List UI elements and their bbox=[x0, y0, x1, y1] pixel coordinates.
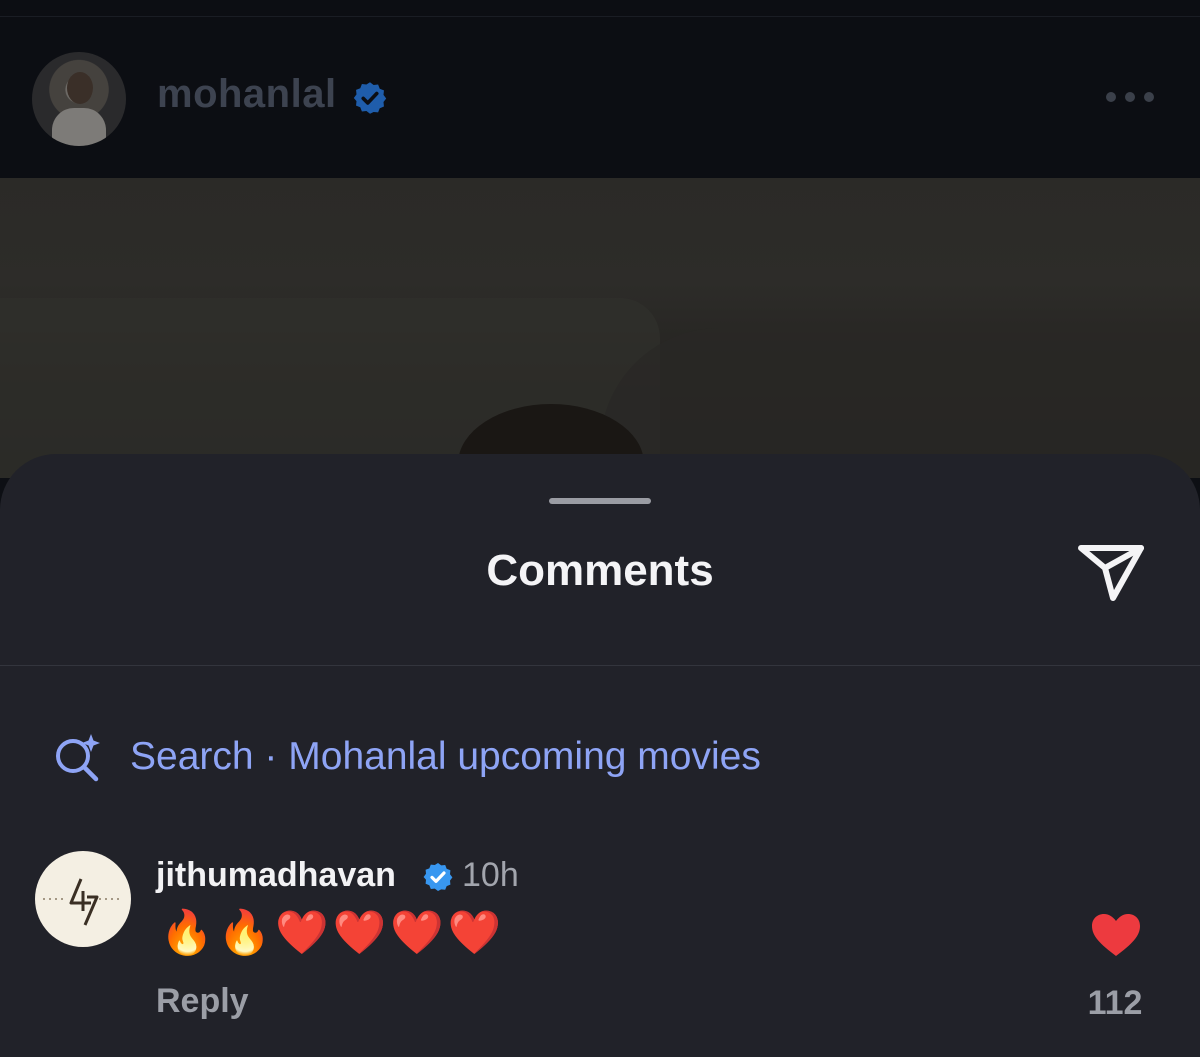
verified-badge-icon bbox=[423, 863, 453, 891]
comment-text: 🔥🔥❤️❤️❤️❤️ bbox=[160, 908, 506, 958]
comments-title: Comments bbox=[486, 546, 714, 595]
post-image[interactable] bbox=[0, 178, 1200, 478]
ai-search-icon bbox=[56, 734, 100, 782]
comment-timestamp: 10h bbox=[462, 856, 519, 894]
divider bbox=[0, 665, 1200, 666]
post-author-username[interactable]: mohanlal bbox=[157, 72, 337, 117]
more-dot bbox=[1125, 92, 1135, 102]
search-label: Search bbox=[130, 735, 254, 778]
avatar-figure-head bbox=[67, 72, 93, 104]
search-separator: · bbox=[264, 735, 278, 778]
search-suggestion-text: Search · Mohanlal upcoming movies bbox=[130, 735, 761, 779]
divider bbox=[0, 16, 1200, 17]
commenter-username[interactable]: jithumadhavan bbox=[156, 856, 396, 895]
comments-sheet: Comments Search · Mohanlal upcoming movi… bbox=[0, 454, 1200, 1057]
send-icon[interactable] bbox=[1075, 540, 1147, 604]
commenter-avatar[interactable] bbox=[35, 851, 131, 947]
like-count: 112 bbox=[1087, 984, 1143, 1022]
more-horizontal-icon[interactable] bbox=[1106, 88, 1162, 106]
drag-handle[interactable] bbox=[549, 498, 651, 504]
more-dot bbox=[1144, 92, 1154, 102]
ai-search-suggestion[interactable]: Search · Mohanlal upcoming movies bbox=[52, 732, 761, 782]
search-query: Mohanlal upcoming movies bbox=[288, 735, 761, 778]
post-author-avatar[interactable] bbox=[32, 52, 126, 146]
reply-button[interactable]: Reply bbox=[156, 982, 249, 1021]
more-dot bbox=[1106, 92, 1116, 102]
post-header: mohanlal bbox=[0, 0, 1200, 178]
verified-badge-icon bbox=[353, 82, 387, 114]
avatar-figure bbox=[52, 108, 106, 146]
commenter-logo bbox=[43, 878, 123, 926]
heart-icon[interactable] bbox=[1090, 912, 1142, 958]
